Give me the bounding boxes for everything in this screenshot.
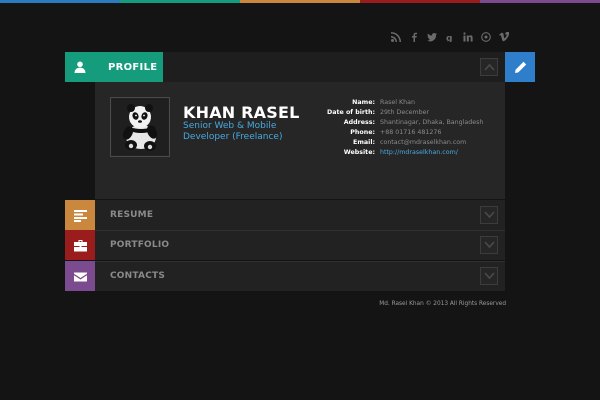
info-row: Website: http://mdraselkhan.com/ bbox=[300, 148, 483, 158]
avatar bbox=[110, 97, 170, 157]
info-label: Name: bbox=[352, 99, 375, 106]
profile-role: Senior Web & Mobile Developer (Freelance… bbox=[183, 121, 283, 142]
info-value: +88 01716 481276 bbox=[380, 129, 442, 136]
svg-text:g: g bbox=[446, 34, 452, 42]
expand-toggle-button[interactable] bbox=[480, 236, 498, 254]
info-label: Date of birth: bbox=[327, 109, 375, 116]
info-row: Address: Shantinagar, Dhaka, Bangladesh bbox=[300, 118, 484, 128]
profile-tab-label: PROFILE bbox=[108, 61, 158, 73]
expand-toggle-button[interactable] bbox=[480, 206, 498, 224]
info-value: Rasel Khan bbox=[380, 99, 415, 106]
facebook-icon[interactable] bbox=[405, 30, 423, 44]
profile-name: KHAN RASEL bbox=[183, 103, 300, 122]
briefcase-icon bbox=[65, 230, 95, 260]
website-link[interactable]: http://mdraselkhan.com/ bbox=[380, 148, 458, 158]
google-plus-icon[interactable]: g bbox=[441, 30, 459, 44]
user-icon bbox=[65, 52, 95, 82]
dribbble-icon[interactable] bbox=[477, 30, 495, 44]
section-label: CONTACTS bbox=[110, 271, 166, 281]
info-value: 29th December bbox=[380, 109, 430, 116]
email-link[interactable]: contact@mdraselkhan.com bbox=[380, 138, 466, 148]
rss-icon[interactable] bbox=[387, 30, 405, 44]
envelope-icon bbox=[65, 261, 95, 291]
top-color-bar bbox=[0, 0, 600, 3]
twitter-icon[interactable] bbox=[423, 30, 441, 44]
info-row: Email: contact@mdraselkhan.com bbox=[300, 138, 483, 148]
profile-header-bar bbox=[163, 52, 505, 82]
panda-image bbox=[112, 99, 168, 155]
resume-icon bbox=[65, 200, 95, 230]
info-row: Name: Rasel Khan bbox=[300, 98, 483, 108]
chevron-down-icon bbox=[483, 272, 495, 280]
section-contacts[interactable]: CONTACTS bbox=[65, 261, 505, 291]
info-label: Website: bbox=[343, 149, 375, 156]
vimeo-icon[interactable] bbox=[495, 30, 513, 44]
pencil-icon bbox=[514, 61, 526, 73]
info-row: Date of birth: 29th December bbox=[300, 108, 483, 118]
profile-info-table: Name: Rasel Khan Date of birth: 29th Dec… bbox=[300, 98, 483, 158]
section-portfolio[interactable]: PORTFOLIO bbox=[65, 230, 505, 260]
chevron-up-icon bbox=[483, 63, 495, 71]
chevron-down-icon bbox=[483, 241, 495, 249]
tab-profile[interactable]: PROFILE bbox=[65, 52, 163, 82]
chevron-down-icon bbox=[483, 211, 495, 219]
info-label: Email: bbox=[353, 139, 375, 146]
expand-toggle-button[interactable] bbox=[480, 267, 498, 285]
section-resume[interactable]: RESUME bbox=[65, 200, 505, 230]
info-value: Shantinagar, Dhaka, Bangladesh bbox=[380, 119, 484, 126]
section-label: PORTFOLIO bbox=[110, 240, 170, 250]
info-row: Phone: +88 01716 481276 bbox=[300, 128, 483, 138]
info-label: Address: bbox=[343, 119, 375, 126]
info-label: Phone: bbox=[350, 129, 375, 136]
edit-button[interactable] bbox=[505, 52, 535, 82]
social-links: g bbox=[387, 30, 513, 44]
linkedin-icon[interactable] bbox=[459, 30, 477, 44]
footer-copyright: Md. Rasel Khan © 2013 All Rights Reserve… bbox=[379, 301, 506, 307]
collapse-toggle-button[interactable] bbox=[480, 58, 498, 76]
section-label: RESUME bbox=[110, 210, 154, 220]
